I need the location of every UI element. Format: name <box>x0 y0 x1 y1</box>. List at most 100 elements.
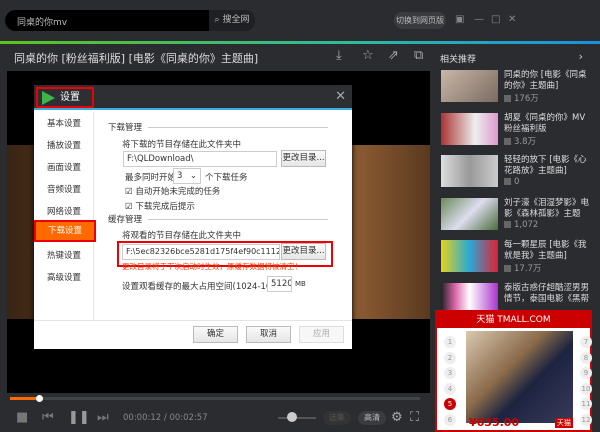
cache-change-dir-button[interactable]: 更改目录... <box>281 243 326 260</box>
apply-button[interactable]: 应用 <box>299 326 344 343</box>
player-controls: ■ ⏮ ❚❚ ⏭ 00:00:12 / 00:02:57 选集 高清 ⚙ ⛶ <box>0 393 430 432</box>
max-tasks-value: 3 <box>177 171 183 181</box>
video-thumbnail[interactable] <box>441 155 498 187</box>
select-episode-button[interactable]: 选集 <box>323 411 351 425</box>
ad-page-number[interactable]: 10 <box>580 382 592 395</box>
play-count-value: 0 <box>514 177 520 187</box>
share-icon[interactable]: ⇗ <box>388 48 399 63</box>
divider <box>148 219 329 220</box>
close-icon[interactable]: ✕ <box>508 14 516 25</box>
related-header: 相关推荐 <box>440 55 477 65</box>
switch-web-button[interactable]: 切换到网页版 <box>394 12 446 29</box>
download-icon[interactable]: ⤓ <box>336 48 342 63</box>
ad-page-number[interactable]: 1 <box>444 336 456 348</box>
play-count-value: 176万 <box>514 94 539 104</box>
related-item[interactable]: 同桌的你 [电影《同桌的你》主题曲] 176万 <box>430 70 595 112</box>
time-display: 00:00:12 / 00:02:57 <box>123 413 208 423</box>
related-item[interactable]: 胡夏《同桌的你》MV 粉丝福利版 3.8万 <box>430 112 595 155</box>
volume-handle[interactable] <box>287 412 297 422</box>
cache-size-input[interactable]: 5120 <box>267 276 292 292</box>
ad-image[interactable] <box>466 331 573 423</box>
video-thumbnail[interactable] <box>441 70 498 102</box>
chevron-down-icon: ⌄ <box>189 171 197 181</box>
ad-page-number[interactable]: 9 <box>580 367 592 379</box>
download-change-dir-button[interactable]: 更改目录... <box>281 150 326 167</box>
sidebar-item-download[interactable]: 下载设置 <box>34 220 96 242</box>
play-count-value: 1,072 <box>514 219 539 230</box>
max-tasks-select[interactable]: 3 ⌄ <box>173 168 201 184</box>
search-all-button[interactable]: ⌕ 搜全网 <box>209 10 255 31</box>
screen-icon[interactable]: ⧉ <box>414 48 423 63</box>
play-count-value: 17.7万 <box>514 264 542 274</box>
download-folder-label: 将下载的节目存储在此文件夹中 <box>122 140 242 150</box>
video-thumbnail[interactable] <box>441 240 498 272</box>
play-count-value: 3.8万 <box>514 136 537 147</box>
notify-label: 下载完成后提示 <box>135 202 195 212</box>
download-folder-input[interactable]: F:\QLDownload\ <box>123 151 277 167</box>
ad-page-number[interactable]: 4 <box>444 382 456 395</box>
search-box[interactable]: 同桌的你mv ⌕ 搜全网 <box>5 10 255 31</box>
play-count: 0 <box>504 177 519 187</box>
max-tasks-label: 最多同时开始 <box>125 173 177 183</box>
search-input[interactable]: 同桌的你mv <box>17 15 67 28</box>
sidebar-item-advanced[interactable]: 高级设置 <box>34 267 94 289</box>
pause-icon[interactable]: ❚❚ <box>68 410 90 425</box>
related-item[interactable]: 每一颗星辰 [电影《我就是我》主题曲] 17.7万 <box>430 240 595 282</box>
chevron-right-icon[interactable]: › <box>579 50 583 63</box>
play-count-icon <box>504 137 511 145</box>
sidebar-item-hotkey[interactable]: 热键设置 <box>34 245 94 267</box>
sidebar-item-basic[interactable]: 基本设置 <box>34 113 94 135</box>
notify-checkbox[interactable]: ☑ 下载完成后提示 <box>125 200 195 212</box>
search-button-label: 搜全网 <box>222 15 250 25</box>
video-thumbnail[interactable] <box>441 197 498 230</box>
cache-warning: 更改目录将于下次启动时生效，原缓存数据将被清空！ <box>122 262 302 271</box>
star-icon[interactable]: ☆ <box>362 48 374 63</box>
cancel-button[interactable]: 取消 <box>246 326 291 343</box>
tmall-tag: 天猫 <box>555 418 573 428</box>
ad-page-number[interactable]: 3 <box>444 367 456 379</box>
related-item[interactable]: 轻轻的放下 [电影《心花路放》主题曲] 0 <box>430 155 595 197</box>
play-count: 17.7万 <box>504 262 541 274</box>
sidebar-item-picture[interactable]: 画面设置 <box>34 157 94 179</box>
download-section-header: 下载管理 <box>108 121 329 133</box>
auto-start-label: 自动开始未完成的任务 <box>135 187 221 197</box>
gear-icon[interactable]: ⚙ <box>391 410 403 425</box>
sidebar-item-playback[interactable]: 播放设置 <box>34 135 94 157</box>
ad-page-number[interactable]: 7 <box>580 336 592 348</box>
video-title: 同桌的你 [粉丝福利版] [电影《同桌的你》主题曲] <box>14 52 259 65</box>
progress-bar[interactable] <box>10 395 420 402</box>
tmall-ad[interactable]: 天猫 TMALL.COM 1 2 3 4 5 6 7 8 9 10 11 12 ¥635.00 天猫 <box>435 310 592 432</box>
play-count-icon <box>504 178 511 185</box>
progress-handle[interactable] <box>35 395 43 402</box>
ad-page-number[interactable]: 5 <box>444 398 456 410</box>
auto-start-checkbox[interactable]: ☑ 自动开始未完成的任务 <box>125 185 220 197</box>
cache-size-unit: MB <box>295 280 306 288</box>
ad-page-number[interactable]: 2 <box>444 351 456 364</box>
ad-page-number[interactable]: 12 <box>580 413 592 426</box>
video-thumbnail[interactable] <box>441 112 498 145</box>
fullscreen-icon[interactable]: ⛶ <box>410 410 419 425</box>
volume-slider[interactable] <box>278 417 316 419</box>
ad-page-number[interactable]: 6 <box>444 413 456 426</box>
previous-icon[interactable]: ⏮ <box>42 410 54 425</box>
next-icon[interactable]: ⏭ <box>97 410 109 425</box>
mini-mode-icon[interactable]: ▣ <box>455 14 464 25</box>
related-item[interactable]: 刘子濠《泪湿梦影》电影《森林孤影》主题 1,072 <box>430 197 595 240</box>
stop-icon[interactable]: ■ <box>16 410 28 425</box>
dialog-header: 设置 ✕ <box>34 85 352 110</box>
quality-button[interactable]: 高清 <box>358 411 386 425</box>
divider <box>148 127 329 128</box>
minimize-icon[interactable]: — <box>474 14 484 25</box>
related-title: 轻轻的放下 [电影《心花路放》主题曲] <box>504 155 587 176</box>
ad-page-number[interactable]: 8 <box>580 351 592 364</box>
dialog-close-icon[interactable]: ✕ <box>335 89 346 104</box>
top-bar: 同桌的你mv ⌕ 搜全网 切换到网页版 ▣ — □ ✕ <box>0 0 600 41</box>
ok-button[interactable]: 确定 <box>193 326 238 343</box>
play-count-icon <box>504 265 511 272</box>
cache-folder-input[interactable]: F:\5ec82326bce5281d175f4ef90c111212\ <box>122 244 280 260</box>
maximize-icon[interactable]: □ <box>491 14 500 25</box>
sidebar-item-audio[interactable]: 音频设置 <box>34 179 94 201</box>
ad-page-number[interactable]: 11 <box>580 398 592 410</box>
related-title: 每一颗星辰 [电影《我就是我》主题曲] <box>504 240 587 261</box>
related-title: 同桌的你 [电影《同桌的你》主题曲] <box>504 70 587 91</box>
